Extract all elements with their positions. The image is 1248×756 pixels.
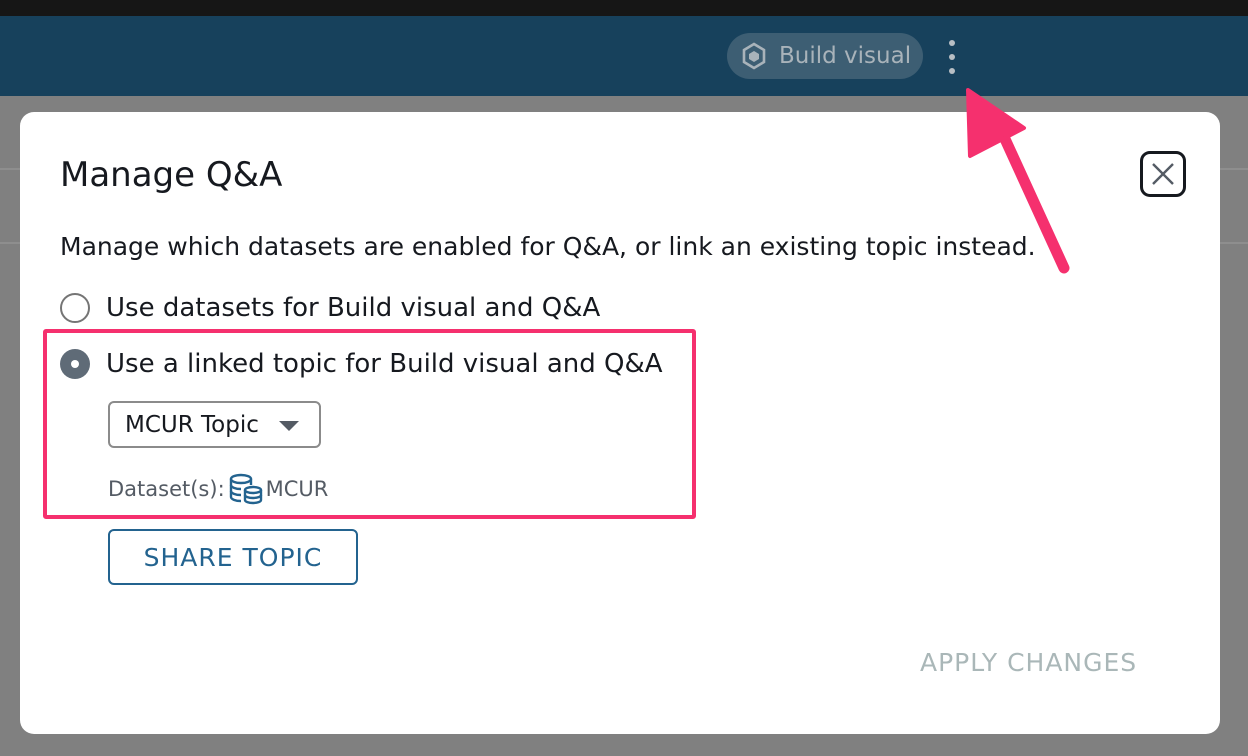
radio-button-selected[interactable] xyxy=(60,349,90,379)
close-icon xyxy=(1152,163,1174,185)
datasets-label: Dataset(s): xyxy=(108,477,225,501)
modal-title: Manage Q&A xyxy=(60,155,283,195)
share-topic-button[interactable]: SHARE TOPIC xyxy=(108,529,358,585)
option-use-datasets[interactable]: Use datasets for Build visual and Q&A xyxy=(60,293,600,323)
radio-button-unselected[interactable] xyxy=(60,293,90,323)
top-edge-bar xyxy=(0,0,1248,16)
manage-qa-modal: Manage Q&A Manage which datasets are ena… xyxy=(20,112,1220,734)
kebab-dot xyxy=(949,40,955,46)
build-visual-label: Build visual xyxy=(779,43,912,69)
kebab-dot xyxy=(949,68,955,74)
kebab-dot xyxy=(949,54,955,60)
kebab-vertical-icon[interactable] xyxy=(940,40,964,74)
build-visual-button[interactable]: Build visual xyxy=(727,33,923,79)
database-icon xyxy=(229,473,262,505)
topic-select-value: MCUR Topic xyxy=(125,411,259,438)
dataset-name: MCUR xyxy=(265,477,329,501)
option-label: Use a linked topic for Build visual and … xyxy=(106,349,663,379)
option-label: Use datasets for Build visual and Q&A xyxy=(106,293,601,323)
apply-changes-button[interactable]: APPLY CHANGES xyxy=(920,648,1137,677)
modal-description: Manage which datasets are enabled for Q&… xyxy=(60,232,1036,261)
caret-down-icon xyxy=(279,421,299,431)
close-button[interactable] xyxy=(1140,151,1186,197)
option-use-linked-topic[interactable]: Use a linked topic for Build visual and … xyxy=(60,349,663,379)
topic-select-dropdown[interactable]: MCUR Topic xyxy=(108,401,321,448)
dataset-info: Dataset(s): MCUR xyxy=(108,473,328,505)
app-header: Build visual xyxy=(0,16,1248,96)
hexagon-cube-icon xyxy=(742,42,766,70)
